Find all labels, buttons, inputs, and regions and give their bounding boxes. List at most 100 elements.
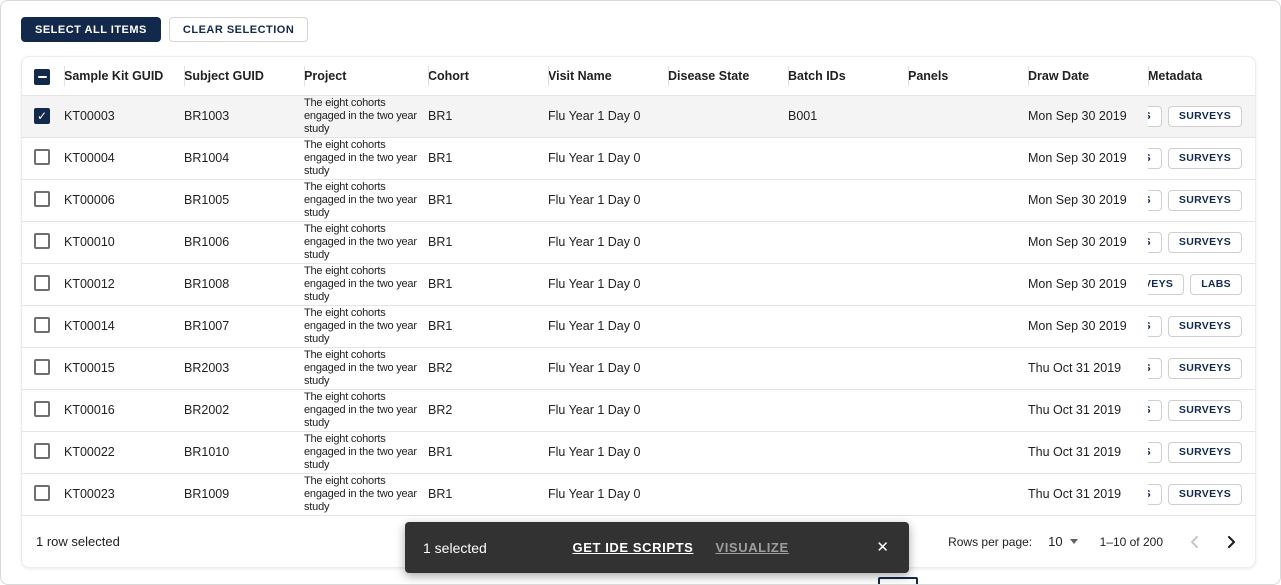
labs-button[interactable]: LABS — [1148, 442, 1162, 463]
col-header-panels: Panels — [908, 57, 1028, 95]
surveys-button[interactable]: SURVEYS — [1168, 484, 1242, 505]
surveys-button[interactable]: SURVEYS — [1168, 442, 1242, 463]
previous-page-button[interactable] — [1185, 532, 1204, 552]
labs-button[interactable]: LABS — [1148, 148, 1162, 169]
col-header-subject-guid: Subject GUID — [184, 57, 304, 95]
cell-visit-name: Flu Year 1 Day 0 — [548, 473, 668, 515]
cell-draw-date: Thu Oct 31 2019 — [1028, 473, 1148, 515]
table-row[interactable]: KT00010 BR1006 The eight cohorts engaged… — [22, 221, 1256, 263]
visualize-button[interactable]: VISUALIZE — [715, 540, 788, 555]
samples-table-card: Sample Kit GUID Subject GUID Project Coh… — [21, 56, 1256, 568]
cell-metadata: LABS SURVEYS — [1148, 347, 1256, 389]
cell-subject-guid: BR1006 — [184, 221, 304, 263]
labs-button[interactable]: LABS — [1148, 232, 1162, 253]
row-checkbox[interactable] — [34, 317, 50, 333]
select-all-checkbox[interactable] — [34, 69, 50, 85]
metadata-buttons: LABS SURVEYS — [1148, 442, 1249, 463]
surveys-button[interactable]: SURVEYS — [1168, 316, 1242, 337]
row-checkbox[interactable] — [34, 108, 50, 124]
snackbar-message: 1 selected — [423, 540, 487, 556]
table-row[interactable]: KT00022 BR1010 The eight cohorts engaged… — [22, 431, 1256, 473]
partially-visible-button[interactable] — [878, 577, 918, 585]
table-row[interactable]: KT00003 BR1003 The eight cohorts engaged… — [22, 95, 1256, 137]
cell-batch-ids — [788, 389, 908, 431]
row-checkbox[interactable] — [34, 401, 50, 417]
labs-button[interactable]: LABS — [1148, 316, 1162, 337]
snackbar-close-button[interactable]: ✕ — [874, 538, 891, 557]
get-ide-scripts-button[interactable]: GET IDE SCRIPTS — [572, 540, 693, 555]
select-all-items-button[interactable]: SELECT ALL ITEMS — [21, 17, 161, 42]
table-row[interactable]: KT00004 BR1004 The eight cohorts engaged… — [22, 137, 1256, 179]
clear-selection-button[interactable]: CLEAR SELECTION — [169, 17, 308, 42]
row-checkbox[interactable] — [34, 275, 50, 291]
cell-draw-date: Mon Sep 30 2019 — [1028, 95, 1148, 137]
table-row[interactable]: KT00015 BR2003 The eight cohorts engaged… — [22, 347, 1256, 389]
cell-draw-date: Mon Sep 30 2019 — [1028, 305, 1148, 347]
labs-button[interactable]: LABS — [1148, 484, 1162, 505]
cell-draw-date: Mon Sep 30 2019 — [1028, 263, 1148, 305]
table-row[interactable]: KT00014 BR1007 The eight cohorts engaged… — [22, 305, 1256, 347]
surveys-button[interactable]: SURVEYS — [1168, 190, 1242, 211]
cell-disease-state — [668, 137, 788, 179]
cell-batch-ids — [788, 431, 908, 473]
cell-sample-kit-guid: KT00012 — [64, 263, 184, 305]
cell-panels — [908, 179, 1028, 221]
row-checkbox[interactable] — [34, 443, 50, 459]
cell-metadata: LABS SURVEYS — [1148, 137, 1256, 179]
cell-subject-guid: BR1007 — [184, 305, 304, 347]
cell-draw-date: Mon Sep 30 2019 — [1028, 179, 1148, 221]
surveys-button[interactable]: SURVEYS — [1148, 274, 1184, 295]
table-row[interactable]: KT00016 BR2002 The eight cohorts engaged… — [22, 389, 1256, 431]
cell-subject-guid: BR2003 — [184, 347, 304, 389]
surveys-button[interactable]: SURVEYS — [1168, 232, 1242, 253]
cell-sample-kit-guid: KT00015 — [64, 347, 184, 389]
surveys-button[interactable]: SURVEYS — [1168, 358, 1242, 379]
row-checkbox[interactable] — [34, 149, 50, 165]
cell-cohort: BR1 — [428, 305, 548, 347]
labs-button[interactable]: LABS — [1148, 106, 1162, 127]
labs-button[interactable]: LABS — [1148, 400, 1162, 421]
surveys-button[interactable]: SURVEYS — [1168, 148, 1242, 169]
cell-batch-ids — [788, 137, 908, 179]
table-row[interactable]: KT00012 BR1008 The eight cohorts engaged… — [22, 263, 1256, 305]
row-checkbox[interactable] — [34, 485, 50, 501]
cell-metadata: LABS SURVEYS — [1148, 389, 1256, 431]
row-checkbox[interactable] — [34, 191, 50, 207]
row-checkbox[interactable] — [34, 233, 50, 249]
rows-per-page-select[interactable]: 10 — [1048, 534, 1077, 549]
cell-disease-state — [668, 305, 788, 347]
labs-button[interactable]: LABS — [1148, 358, 1162, 379]
cell-project: The eight cohorts engaged in the two yea… — [304, 137, 428, 179]
metadata-buttons: LABS SURVEYS — [1148, 358, 1249, 379]
labs-button[interactable]: LABS — [1190, 274, 1242, 295]
cell-subject-guid: BR1005 — [184, 179, 304, 221]
surveys-button[interactable]: SURVEYS — [1168, 106, 1242, 127]
cell-visit-name: Flu Year 1 Day 0 — [548, 305, 668, 347]
cell-draw-date: Thu Oct 31 2019 — [1028, 389, 1148, 431]
cell-batch-ids — [788, 221, 908, 263]
cell-subject-guid: BR1009 — [184, 473, 304, 515]
cell-sample-kit-guid: KT00016 — [64, 389, 184, 431]
cell-project: The eight cohorts engaged in the two yea… — [304, 179, 428, 221]
cell-sample-kit-guid: KT00010 — [64, 221, 184, 263]
chevron-left-icon — [1189, 536, 1200, 548]
surveys-button[interactable]: SURVEYS — [1168, 400, 1242, 421]
table-row[interactable]: KT00006 BR1005 The eight cohorts engaged… — [22, 179, 1256, 221]
cell-metadata: LABS SURVEYS — [1148, 305, 1256, 347]
row-checkbox[interactable] — [34, 359, 50, 375]
next-page-button[interactable] — [1222, 532, 1241, 552]
cell-sample-kit-guid: KT00004 — [64, 137, 184, 179]
cell-metadata: SURVEYS LABS — [1148, 263, 1256, 305]
cell-project: The eight cohorts engaged in the two yea… — [304, 221, 428, 263]
cell-cohort: BR1 — [428, 263, 548, 305]
cell-project: The eight cohorts engaged in the two yea… — [304, 431, 428, 473]
labs-button[interactable]: LABS — [1148, 190, 1162, 211]
metadata-buttons: LABS SURVEYS — [1148, 484, 1249, 505]
table-row[interactable]: KT00023 BR1009 The eight cohorts engaged… — [22, 473, 1256, 515]
cell-project: The eight cohorts engaged in the two yea… — [304, 347, 428, 389]
cell-visit-name: Flu Year 1 Day 0 — [548, 431, 668, 473]
cell-batch-ids — [788, 179, 908, 221]
cell-cohort: BR1 — [428, 221, 548, 263]
cell-sample-kit-guid: KT00014 — [64, 305, 184, 347]
cell-batch-ids — [788, 263, 908, 305]
